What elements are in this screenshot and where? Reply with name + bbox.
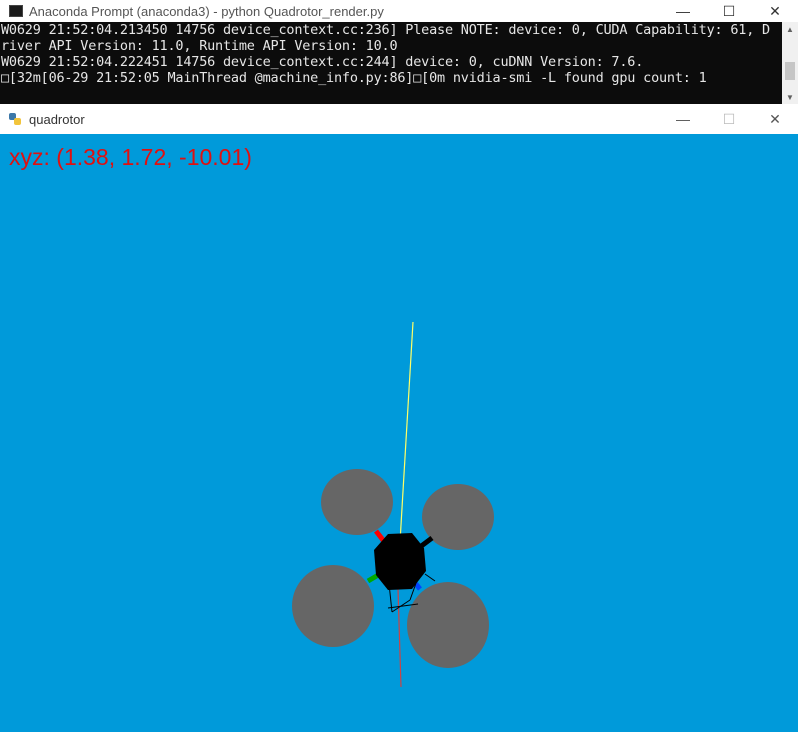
console-scrollbar[interactable]: ▲ ▼ — [782, 22, 798, 104]
console-line: W0629 21:52:04.213450 14756 device_conte… — [1, 22, 770, 38]
console-title: Anaconda Prompt (anaconda3) - python Qua… — [29, 3, 384, 19]
console-line: river API Version: 11.0, Runtime API Ver… — [1, 38, 398, 54]
console-line: W0629 21:52:04.222451 14756 device_conte… — [1, 54, 644, 70]
python-icon — [8, 112, 22, 126]
scroll-thumb[interactable] — [785, 62, 795, 80]
quadrotor-body — [374, 533, 426, 590]
minimize-button[interactable]: — — [660, 0, 706, 22]
scroll-up-icon[interactable]: ▲ — [782, 22, 798, 36]
landing-leg — [424, 573, 436, 582]
rotor-top-left — [321, 469, 393, 535]
render-title: quadrotor — [29, 111, 85, 127]
terminal-icon — [9, 5, 23, 17]
render-window: quadrotor — ☐ ✕ xyz: (1.38, 1.72, -10.01… — [0, 104, 798, 732]
quadrotor-scene — [292, 321, 494, 688]
position-readout: xyz: (1.38, 1.72, -10.01) — [9, 144, 252, 170]
close-button[interactable]: ✕ — [752, 0, 798, 22]
rotor-bottom-right — [407, 582, 489, 668]
render-titlebar[interactable]: quadrotor — ☐ ✕ — [0, 104, 798, 134]
rotor-bottom-left — [292, 565, 374, 647]
scroll-down-icon[interactable]: ▼ — [782, 90, 798, 104]
console-output[interactable]: W0629 21:52:04.213450 14756 device_conte… — [0, 22, 782, 104]
render-viewport[interactable]: xyz: (1.38, 1.72, -10.01) — [0, 134, 798, 732]
minimize-button[interactable]: — — [660, 104, 706, 134]
maximize-button[interactable]: ☐ — [706, 104, 752, 134]
close-button[interactable]: ✕ — [752, 104, 798, 134]
console-titlebar[interactable]: Anaconda Prompt (anaconda3) - python Qua… — [0, 0, 798, 22]
console-window: Anaconda Prompt (anaconda3) - python Qua… — [0, 0, 798, 104]
maximize-button[interactable]: ☐ — [706, 0, 752, 22]
console-line: □[32m[06-29 21:52:05 MainThread @machine… — [1, 70, 707, 86]
axis-down-line — [397, 588, 402, 688]
axis-up-line — [399, 321, 414, 543]
